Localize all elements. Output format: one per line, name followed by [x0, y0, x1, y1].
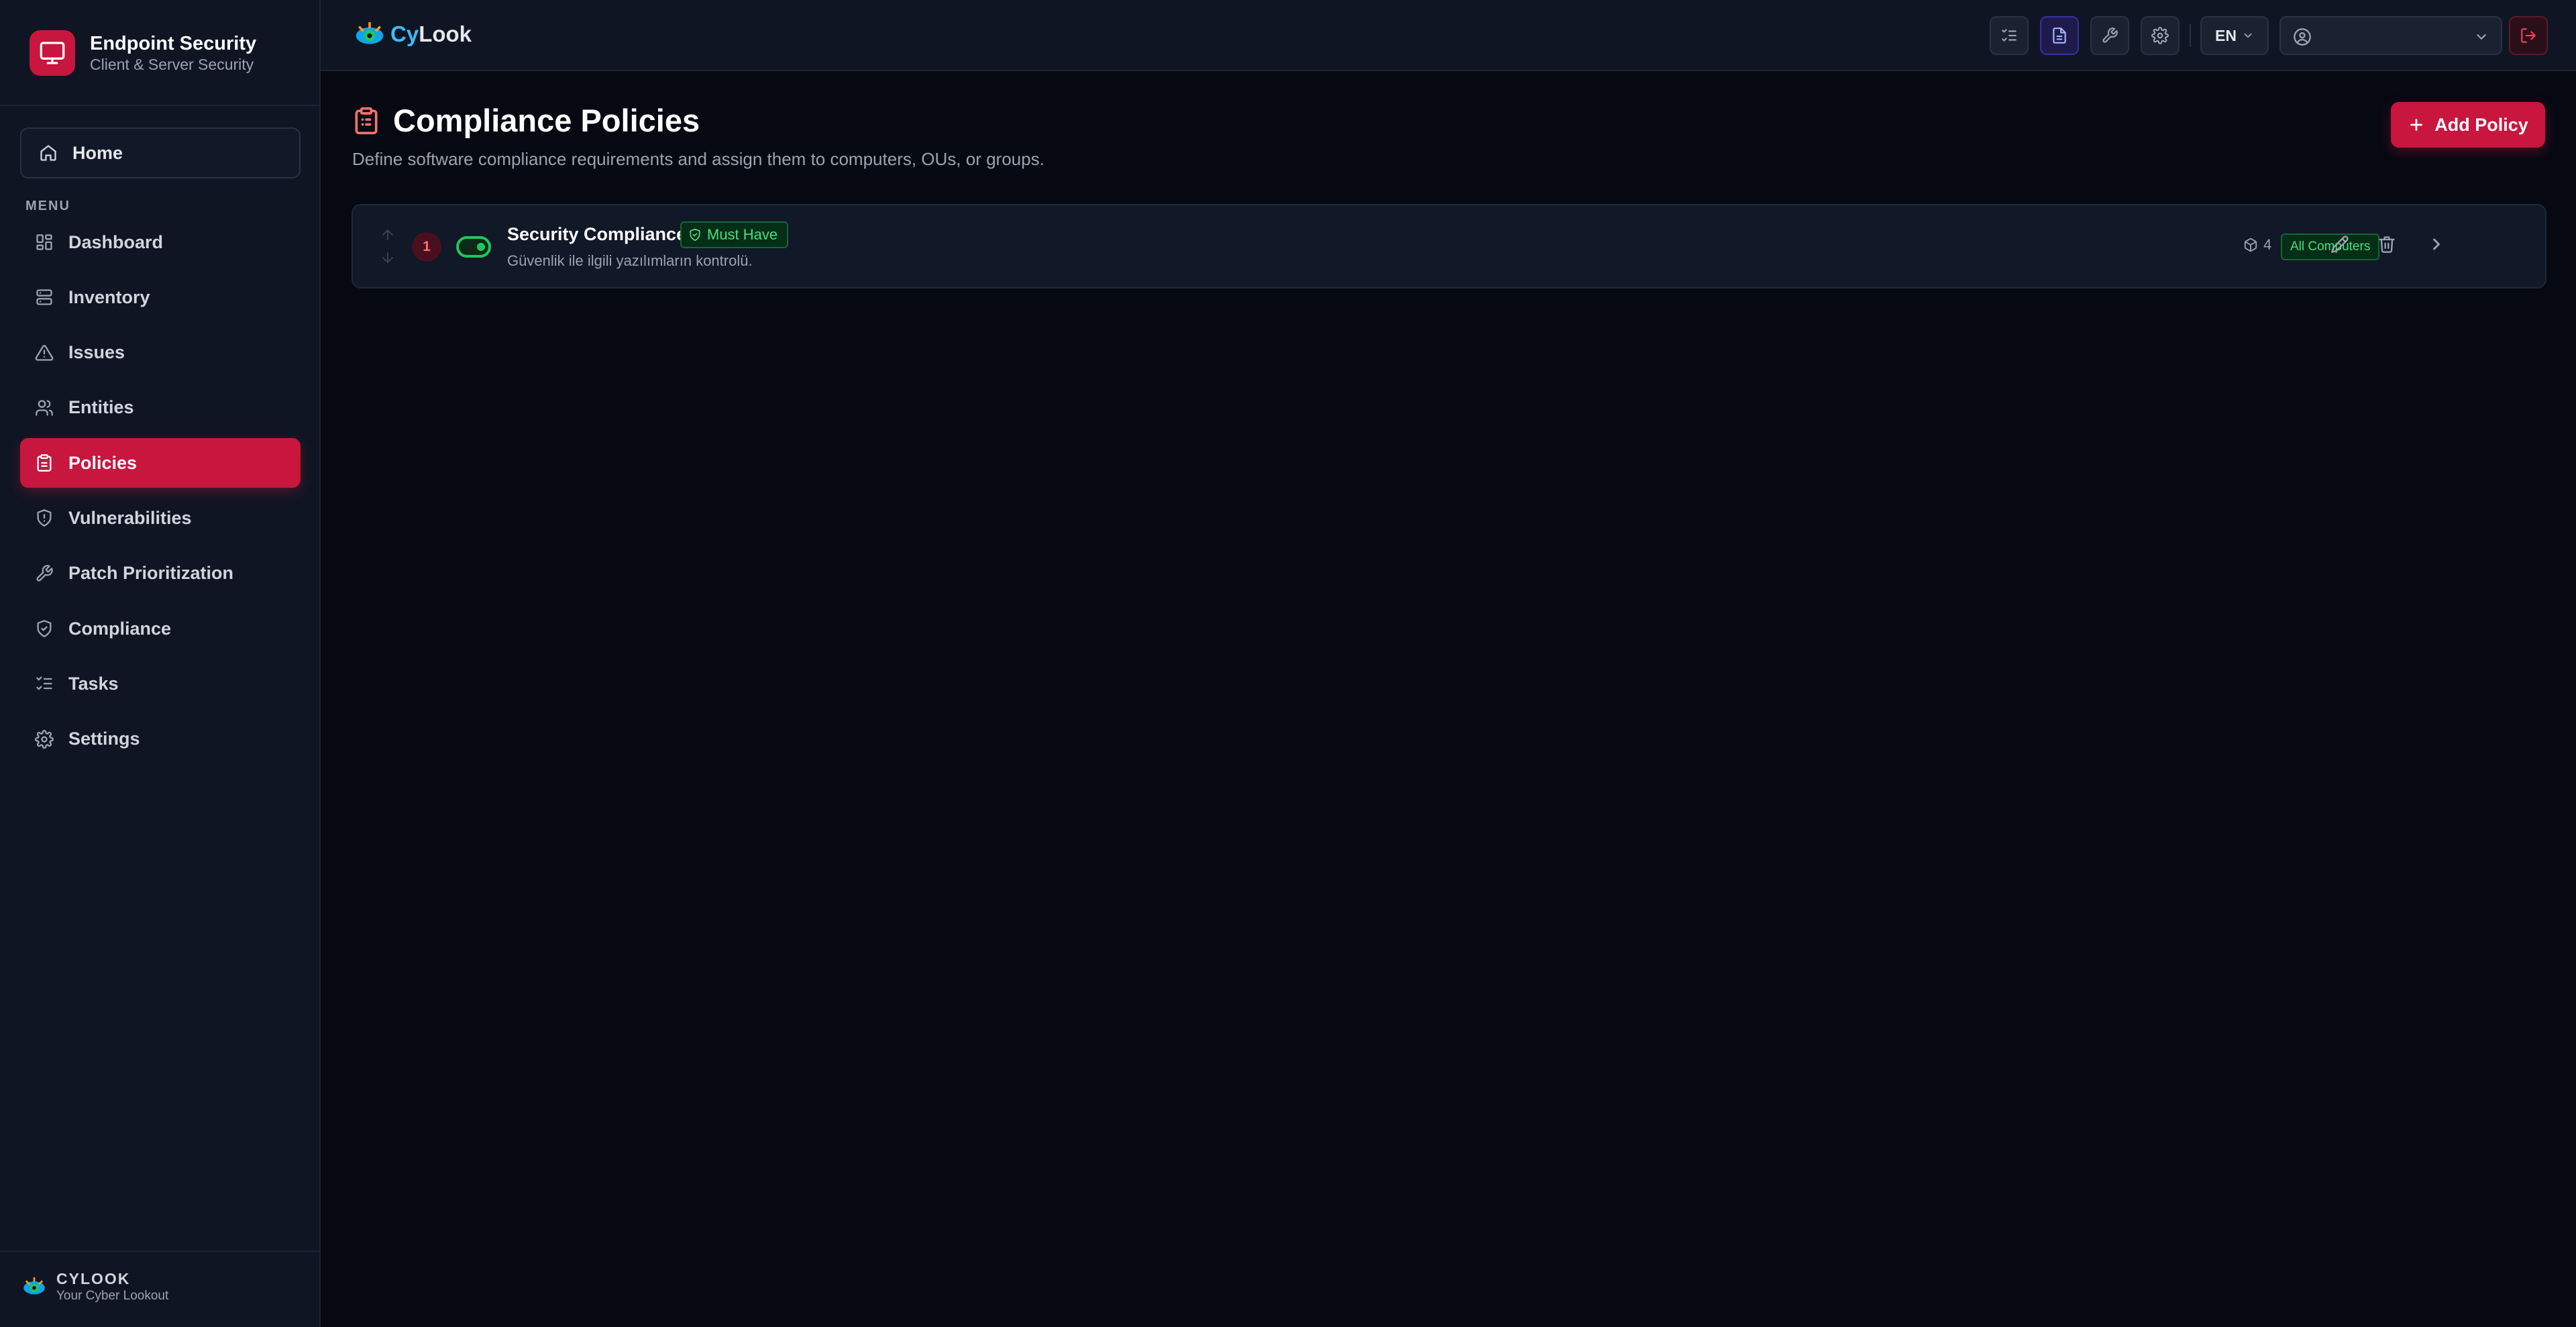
shield-check-icon	[688, 228, 702, 242]
policy-enabled-toggle[interactable]	[456, 236, 491, 258]
page-description: Define software compliance requirements …	[352, 149, 1044, 169]
software-count: 4	[2243, 236, 2271, 254]
list-checks-icon	[2000, 27, 2018, 44]
sidebar-item-label: Policies	[68, 452, 138, 473]
sidebar-item-label: Issues	[68, 342, 125, 363]
add-policy-button[interactable]: Add Policy	[2391, 102, 2545, 148]
package-icon	[2243, 237, 2258, 252]
language-select[interactable]: EN	[2200, 16, 2269, 55]
top-header: CyLook EN	[321, 0, 2576, 71]
cylook-eye-logo-icon	[352, 16, 388, 52]
sidebar-item-settings[interactable]: Settings	[20, 714, 301, 764]
logout-button[interactable]	[2509, 16, 2548, 55]
file-icon	[2051, 27, 2068, 44]
shield-icon	[35, 509, 54, 527]
add-policy-label: Add Policy	[2434, 114, 2528, 135]
server-icon	[35, 288, 54, 307]
sidebar-item-patch-prioritization[interactable]: Patch Prioritization	[20, 549, 301, 598]
sidebar-item-policies[interactable]: Policies	[20, 438, 301, 488]
page-title: Compliance Policies	[393, 103, 700, 138]
move-down-icon[interactable]	[380, 250, 396, 266]
gear-icon	[35, 729, 54, 749]
toggle-knob	[477, 243, 485, 251]
users-icon	[35, 399, 54, 417]
wrench-icon	[35, 564, 54, 583]
chevron-down-icon	[2474, 30, 2489, 44]
trash-icon[interactable]	[2377, 235, 2396, 254]
divider	[0, 105, 319, 106]
footer-title: CYLOOK	[56, 1270, 131, 1287]
sidebar-item-label: Compliance	[68, 618, 172, 639]
sidebar-item-label: Tasks	[68, 673, 119, 694]
monitor-icon	[30, 30, 75, 76]
gear-icon	[2151, 27, 2169, 44]
sidebar: Endpoint Security Client & Server Securi…	[0, 0, 321, 1327]
sidebar-item-label: Entities	[68, 397, 134, 418]
home-button[interactable]: Home	[20, 127, 301, 178]
sidebar-item-label: Patch Prioritization	[68, 563, 234, 584]
brand: Endpoint Security Client & Server Securi…	[30, 30, 256, 76]
reports-button[interactable]	[2040, 16, 2079, 55]
user-menu[interactable]	[2279, 16, 2502, 55]
sidebar-item-inventory[interactable]: Inventory	[20, 272, 301, 322]
footer-tagline: Your Cyber Lookout	[56, 1289, 169, 1303]
logout-icon	[2520, 27, 2537, 44]
menu-section-label: MENU	[25, 199, 70, 213]
tasks-button[interactable]	[1990, 16, 2029, 55]
cylook-logo[interactable]: CyLook	[352, 16, 472, 52]
dashboard-icon	[35, 233, 54, 252]
logo-text-cy: Cy	[390, 21, 419, 46]
sidebar-item-label: Inventory	[68, 286, 150, 307]
header-separator	[2190, 24, 2191, 47]
tools-button[interactable]	[2090, 16, 2129, 55]
warning-icon	[35, 343, 54, 362]
sidebar-item-entities[interactable]: Entities	[20, 383, 301, 433]
sidebar-item-vulnerabilities[interactable]: Vulnerabilities	[20, 493, 301, 543]
home-icon	[39, 144, 58, 162]
policy-type-badge: Must Have	[680, 221, 789, 248]
language-value: EN	[2215, 26, 2237, 44]
wrench-icon	[2101, 27, 2118, 44]
sidebar-nav: Dashboard Inventory Issues Entities Poli…	[20, 217, 301, 769]
logo-text-look: Look	[419, 21, 472, 46]
policy-card[interactable]: 1 Security Compliance Must Have Güvenlik…	[352, 204, 2546, 288]
divider	[0, 1251, 319, 1252]
user-circle-icon	[2293, 28, 2312, 46]
sidebar-footer: CYLOOK Your Cyber Lookout	[20, 1269, 168, 1304]
sidebar-item-dashboard[interactable]: Dashboard	[20, 217, 301, 267]
policy-name: Security Compliance	[507, 224, 687, 244]
settings-button[interactable]	[2141, 16, 2180, 55]
sidebar-item-compliance[interactable]: Compliance	[20, 604, 301, 653]
sidebar-item-label: Dashboard	[68, 231, 164, 252]
cylook-eye-logo-icon	[20, 1273, 48, 1301]
clipboard-icon	[35, 454, 54, 472]
clipboard-icon	[352, 106, 381, 136]
sidebar-item-issues[interactable]: Issues	[20, 328, 301, 378]
policy-order-badge: 1	[412, 232, 441, 262]
shield-check-icon	[35, 619, 54, 638]
plus-icon	[2408, 116, 2425, 134]
brand-title: Endpoint Security	[90, 33, 257, 54]
policy-description: Güvenlik ile ilgili yazılımların kontrol…	[507, 252, 753, 269]
page-header: Compliance Policies	[352, 102, 700, 139]
sidebar-item-tasks[interactable]: Tasks	[20, 659, 301, 708]
home-label: Home	[72, 142, 123, 163]
policy-type-label: Must Have	[707, 226, 778, 243]
brand-subtitle: Client & Server Security	[90, 56, 254, 73]
edit-icon[interactable]	[2330, 235, 2349, 254]
list-checks-icon	[35, 674, 54, 693]
sidebar-item-label: Settings	[68, 729, 140, 749]
sidebar-item-label: Vulnerabilities	[68, 507, 192, 528]
chevron-down-icon	[2242, 30, 2254, 42]
move-up-icon[interactable]	[380, 227, 396, 243]
chevron-right-icon[interactable]	[2427, 235, 2446, 254]
software-count-value: 4	[2263, 236, 2272, 253]
